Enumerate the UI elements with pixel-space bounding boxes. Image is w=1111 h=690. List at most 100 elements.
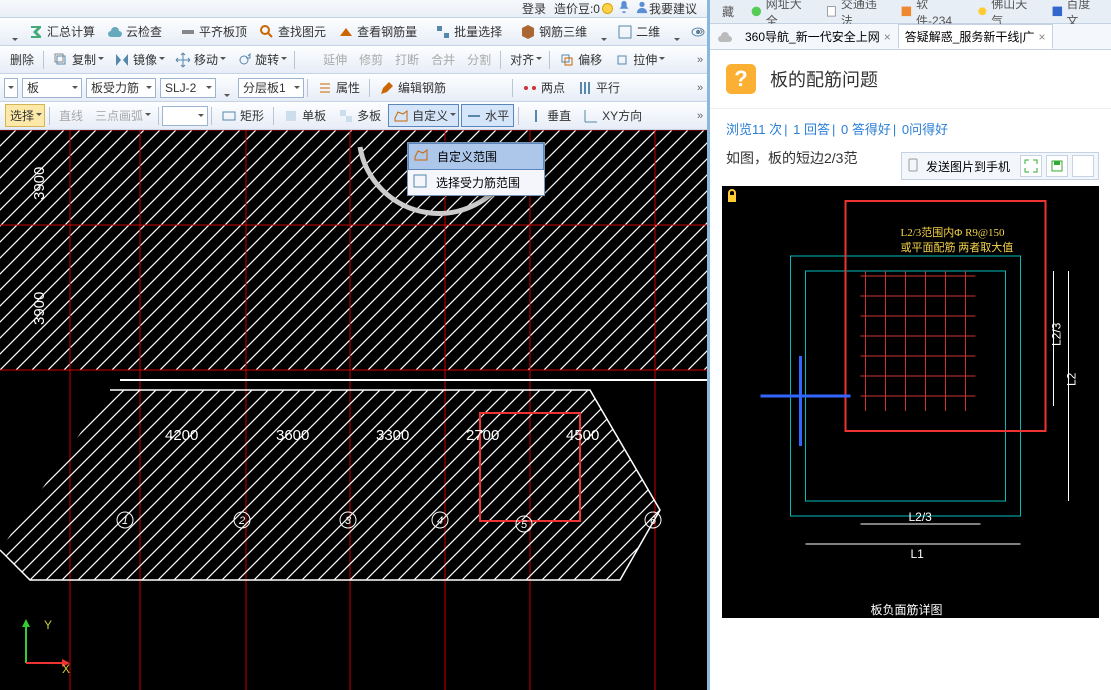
dropdown[interactable]	[5, 29, 21, 35]
close-icon[interactable]: ×	[1039, 30, 1046, 44]
level-button[interactable]: 平齐板顶	[175, 20, 252, 43]
single-button[interactable]: 单板	[278, 104, 331, 127]
coin-icon	[602, 3, 613, 14]
cad-canvas[interactable]: 3900 3900 4200 3600 3300 2700 4500 12345…	[0, 130, 707, 690]
vert-button[interactable]: 垂直	[523, 104, 576, 127]
list-icon	[317, 80, 333, 96]
user-icon	[635, 0, 649, 17]
stat-views[interactable]: 浏览11 次	[726, 122, 782, 137]
suggest-button[interactable]: 我要建议	[635, 0, 697, 17]
axis-gizmo: YX	[14, 615, 74, 680]
dots-icon	[522, 80, 538, 96]
copy-icon	[53, 52, 69, 68]
svg-text:1: 1	[122, 515, 128, 527]
stat-ask[interactable]: 0问得好	[902, 122, 948, 137]
send-phone-button[interactable]: 发送图片到手机	[926, 158, 1010, 175]
layer-combo[interactable]: 分层板1	[238, 78, 304, 98]
svg-text:L2: L2	[1065, 372, 1079, 386]
attr-button[interactable]: 属性	[312, 76, 365, 99]
overflow[interactable]: »	[693, 105, 707, 127]
2d-icon	[617, 24, 633, 40]
login-button[interactable]: 登录	[522, 0, 546, 17]
steel-qty-button[interactable]: 查看钢筋量	[333, 20, 422, 43]
slj-combo[interactable]: SLJ-2	[160, 78, 216, 98]
sum-calc-button[interactable]: 汇总计算	[23, 20, 100, 43]
svg-text:L2/3: L2/3	[1050, 322, 1064, 346]
close-icon[interactable]: ×	[884, 30, 891, 44]
stretch-button[interactable]: 拉伸	[609, 48, 668, 71]
svg-text:L2/3: L2/3	[909, 510, 933, 524]
sigma-icon	[28, 24, 44, 40]
stat-good[interactable]: 0 答得好	[841, 122, 891, 137]
xy-icon	[583, 108, 599, 124]
bookmarks-hide[interactable]: 藏	[716, 1, 740, 22]
multi-button[interactable]: 多板	[333, 104, 386, 127]
poly-icon	[393, 108, 409, 124]
batch-icon	[435, 24, 451, 40]
rotate-button[interactable]: 旋转	[231, 48, 290, 71]
delete-button[interactable]: 删除	[5, 48, 39, 71]
trim-button: 修剪	[354, 48, 388, 71]
send-phone-icon	[906, 158, 920, 175]
move-button[interactable]: 移动	[170, 48, 229, 71]
bell-icon[interactable]	[617, 0, 631, 17]
reference-image[interactable]: L2/3范围内Φ R9@150 或平面配筋 两者取大值 L2/3 L2 L2/3…	[722, 186, 1099, 618]
empty-combo[interactable]	[162, 106, 208, 126]
svg-text:6: 6	[650, 515, 657, 527]
edit-steel-button[interactable]: 编辑钢筋	[374, 76, 451, 99]
cloud-sync-icon[interactable]	[716, 28, 734, 46]
tab-answer[interactable]: 答疑解惑_服务新干线|广×	[898, 24, 1053, 49]
dim-v2: 3900	[31, 292, 48, 325]
dim-h2: 3600	[276, 427, 309, 444]
dropdown[interactable]	[217, 85, 233, 91]
custom-menu: 自定义范围 选择受力筋范围	[407, 142, 545, 196]
svg-text:4: 4	[437, 515, 443, 527]
two-point-button[interactable]: 两点	[517, 76, 570, 99]
3d-icon	[520, 24, 536, 40]
svg-text:L2/3范围内Φ R9@150: L2/3范围内Φ R9@150	[901, 225, 1006, 239]
overflow[interactable]: »	[693, 21, 707, 43]
cloud-check-button[interactable]: 云检查	[102, 20, 167, 43]
steel-3d-button[interactable]: 钢筋三维	[515, 20, 592, 43]
slab-combo[interactable]: 板	[22, 78, 82, 98]
extend-icon	[304, 52, 320, 68]
dim-h3: 3300	[376, 427, 409, 444]
dropdown[interactable]	[667, 29, 683, 35]
xy-button[interactable]: XY方向	[578, 104, 647, 127]
menu-custom-range[interactable]: 自定义范围	[408, 143, 544, 170]
rotate-icon	[236, 52, 252, 68]
parallel-icon	[577, 80, 593, 96]
mirror-button[interactable]: 镜像	[109, 48, 168, 71]
overflow[interactable]: »	[693, 49, 707, 71]
parallel-button[interactable]: 平行	[572, 76, 625, 99]
move-icon	[175, 52, 191, 68]
browser-top-tabs: 藏 网址大全 交通违法 软件-234 佛山天气 百度文	[710, 0, 1111, 24]
dim-v1: 3900	[31, 167, 48, 200]
batch-select-button[interactable]: 批量选择	[430, 20, 507, 43]
align-button[interactable]: 对齐	[505, 48, 545, 71]
custom-button[interactable]: 自定义	[388, 104, 459, 127]
rect-icon	[221, 108, 237, 124]
paw-icon	[1051, 5, 1064, 19]
menu-select-range[interactable]: 选择受力筋范围	[408, 170, 544, 195]
offset-button[interactable]: 偏移	[554, 48, 607, 71]
stat-answers[interactable]: 1 回答	[793, 122, 830, 137]
rect-button[interactable]: 矩形	[216, 104, 269, 127]
horiz-button[interactable]: 水平	[461, 104, 514, 127]
fullscreen-button[interactable]	[1020, 155, 1042, 177]
2d-button[interactable]: 二维	[612, 20, 665, 43]
find-element-button[interactable]: 查找图元	[254, 20, 331, 43]
copy-button[interactable]: 复制	[48, 48, 107, 71]
select-button[interactable]: 选择	[5, 104, 45, 127]
price-coin: 造价豆:0	[554, 0, 613, 17]
question-stats: 浏览11 次| 1 回答| 0 答得好| 0问得好	[710, 109, 1111, 148]
type1-combo[interactable]	[4, 78, 18, 98]
tab-360[interactable]: 360导航_新一代安全上网×	[738, 24, 898, 49]
svg-text:X: X	[62, 662, 70, 675]
save-button[interactable]	[1046, 155, 1068, 177]
overflow[interactable]: »	[693, 77, 707, 99]
force-combo[interactable]: 板受力筋	[86, 78, 156, 98]
dropdown[interactable]	[594, 29, 610, 35]
question-desc: 如图，板的短边2/3范	[710, 148, 873, 168]
more-button[interactable]	[1072, 155, 1094, 177]
